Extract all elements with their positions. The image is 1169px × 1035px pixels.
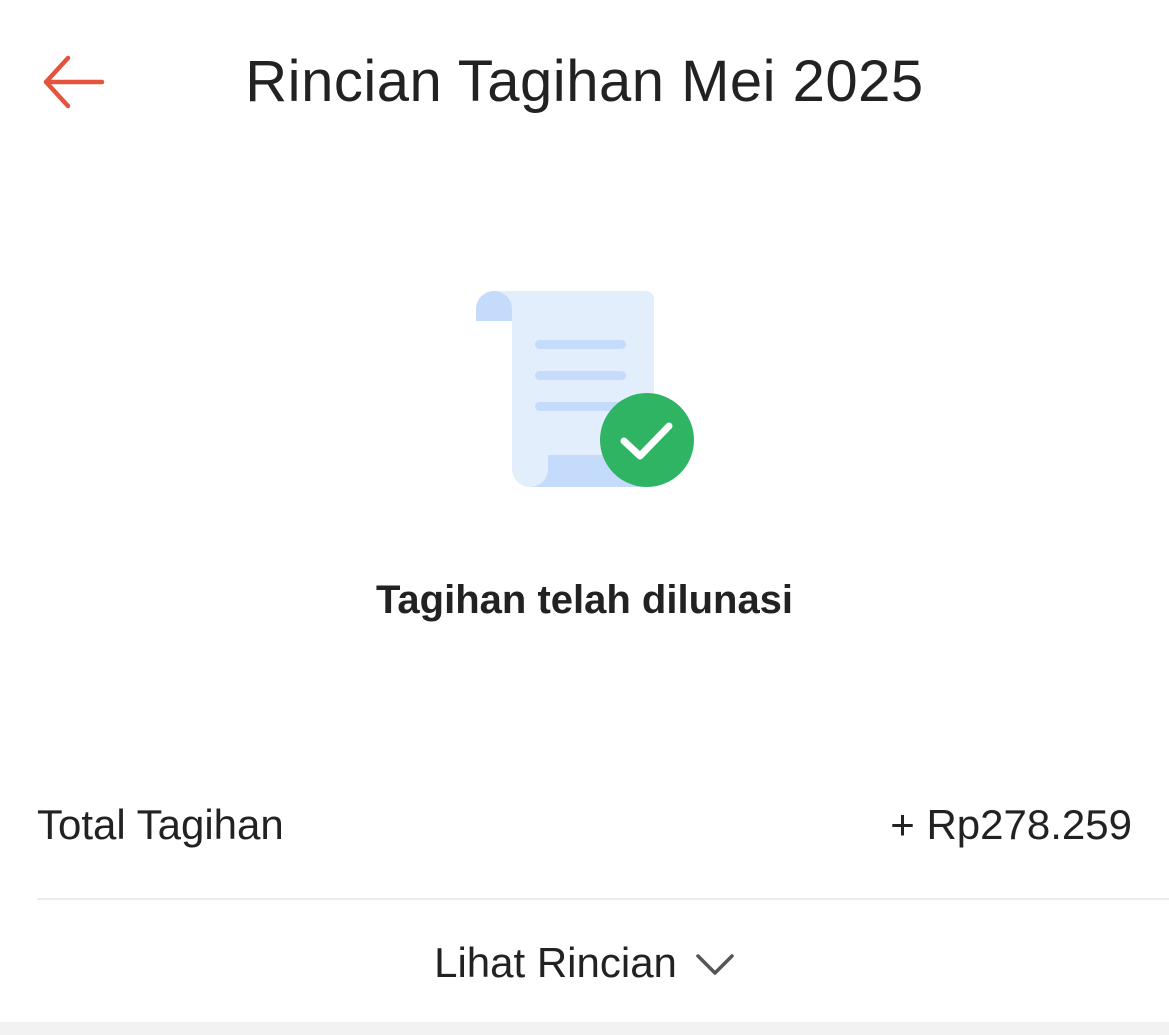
- view-details-label: Lihat Rincian: [434, 939, 677, 986]
- bottom-separator: [0, 1022, 1169, 1035]
- bill-detail-page: Rincian Tagihan Mei 2025 Tagihan telah d…: [0, 0, 1169, 1035]
- header: Rincian Tagihan Mei 2025: [0, 0, 1169, 165]
- paid-bill-icon: [476, 291, 694, 487]
- total-bill-row: Total Tagihan + Rp278.259: [37, 795, 1132, 855]
- chevron-down-icon: [695, 952, 735, 983]
- page-title: Rincian Tagihan Mei 2025: [245, 49, 924, 114]
- payment-status-message: Tagihan telah dilunasi: [375, 578, 794, 622]
- paid-bill-illustration: [470, 285, 700, 495]
- total-bill-label: Total Tagihan: [37, 801, 284, 848]
- divider: [37, 898, 1169, 900]
- total-bill-amount: + Rp278.259: [890, 801, 1132, 848]
- view-details-button[interactable]: Lihat Rincian: [0, 930, 1169, 996]
